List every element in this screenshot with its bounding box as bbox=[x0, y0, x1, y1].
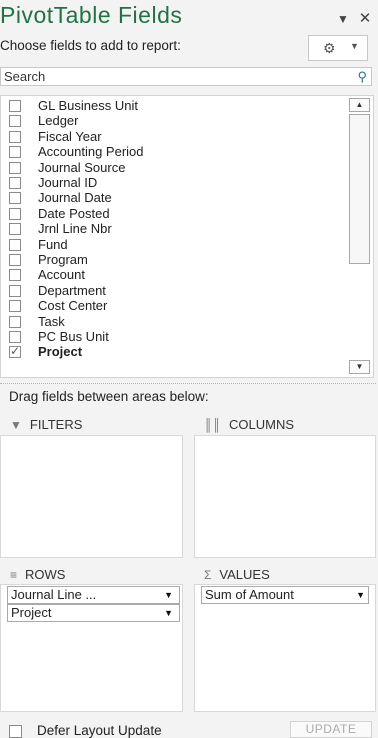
field-list-item[interactable]: GL Business Unit bbox=[1, 98, 349, 114]
field-label: Ledger bbox=[38, 113, 79, 129]
field-label: Program bbox=[38, 252, 88, 267]
rows-label: ROWS bbox=[25, 567, 66, 582]
field-list: GL Business Unit Ledger Fiscal Year Account… bbox=[0, 95, 374, 378]
sigma-icon: Σ bbox=[204, 568, 212, 582]
field-list-item[interactable]: Journal Date bbox=[1, 190, 349, 206]
field-list-item[interactable]: Program bbox=[1, 252, 349, 268]
field-list-item[interactable]: Cost Center bbox=[1, 298, 349, 314]
field-checkbox[interactable] bbox=[9, 284, 21, 297]
filters-label: FILTERS bbox=[29, 417, 83, 432]
field-checkbox[interactable] bbox=[9, 269, 21, 282]
field-label: GL Business Unit bbox=[38, 98, 138, 113]
field-checkbox[interactable] bbox=[9, 331, 21, 343]
field-list-item[interactable]: Ledger bbox=[1, 113, 349, 129]
defer-layout-label: Defer Layout Update bbox=[37, 723, 162, 738]
chevron-down-icon[interactable]: ▼ bbox=[164, 587, 173, 603]
field-label: Task bbox=[38, 313, 65, 329]
field-list-item[interactable]: Journal Source bbox=[1, 160, 349, 176]
chevron-down-icon: ▼ bbox=[337, 12, 349, 26]
field-checkbox[interactable] bbox=[9, 315, 21, 328]
field-checkbox[interactable] bbox=[9, 344, 21, 359]
field-checkbox[interactable] bbox=[9, 254, 21, 266]
row-field-pill[interactable]: Project ▼ bbox=[7, 604, 180, 622]
field-label: Fiscal Year bbox=[38, 128, 102, 144]
field-checkbox[interactable] bbox=[9, 207, 21, 220]
chevron-down-icon[interactable]: ▼ bbox=[164, 605, 173, 621]
values-label: VALUES bbox=[219, 567, 270, 582]
field-list-scrollbar[interactable]: ▲ ▼ bbox=[348, 97, 372, 376]
values-drop-area[interactable]: Sum of Amount ▼ bbox=[194, 584, 376, 712]
pane-title: PivotTable Fields bbox=[0, 2, 183, 28]
tools-dropdown-button[interactable]: ⚙ ▼ bbox=[308, 35, 368, 61]
field-checkbox[interactable] bbox=[9, 223, 21, 236]
field-label: PC Bus Unit bbox=[38, 329, 109, 344]
field-label: Project bbox=[38, 344, 83, 360]
field-list-item[interactable]: PC Bus Unit bbox=[1, 329, 349, 345]
rows-drop-area[interactable]: Journal Line ... ▼ Project ▼ bbox=[0, 584, 183, 712]
field-label: Department bbox=[38, 282, 106, 298]
pane-subtitle: Choose fields to add to report: bbox=[0, 38, 181, 53]
gear-icon: ⚙ bbox=[323, 40, 336, 56]
search-box: ⚲ bbox=[0, 67, 372, 86]
columns-icon: ║║ bbox=[204, 418, 222, 432]
columns-label: COLUMNS bbox=[229, 417, 295, 432]
field-checkbox[interactable] bbox=[9, 130, 21, 143]
filters-drop-area[interactable] bbox=[0, 435, 183, 558]
update-button[interactable]: UPDATE bbox=[290, 721, 372, 738]
field-checkbox[interactable] bbox=[9, 192, 21, 205]
scroll-down-button[interactable]: ▼ bbox=[349, 360, 370, 374]
field-checkbox[interactable] bbox=[9, 100, 21, 112]
filter-icon: ▼ bbox=[10, 418, 22, 432]
field-list-item[interactable]: Journal ID bbox=[1, 175, 349, 191]
field-list-item[interactable]: Project bbox=[1, 344, 349, 360]
field-label: Accounting Period bbox=[38, 144, 144, 160]
field-label: Journal Source bbox=[38, 159, 126, 175]
field-list-item[interactable]: Fund bbox=[1, 237, 349, 253]
field-label: Journal ID bbox=[38, 175, 98, 190]
field-list-item[interactable]: Task bbox=[1, 314, 349, 330]
field-list-item[interactable]: Fiscal Year bbox=[1, 129, 349, 145]
scroll-up-button[interactable]: ▲ bbox=[349, 98, 370, 112]
rows-icon: ≡ bbox=[10, 568, 18, 582]
close-pane-button[interactable]: ✕ bbox=[356, 10, 374, 28]
drag-fields-label: Drag fields between areas below: bbox=[9, 389, 209, 404]
field-list-item[interactable]: Accounting Period bbox=[1, 144, 349, 160]
field-checkbox[interactable] bbox=[9, 238, 21, 251]
columns-area-header: ║║ COLUMNS bbox=[204, 417, 294, 432]
row-field-pill[interactable]: Journal Line ... ▼ bbox=[7, 586, 180, 604]
section-divider bbox=[0, 383, 376, 384]
field-checkbox[interactable] bbox=[9, 177, 21, 189]
field-list-item[interactable]: Account bbox=[1, 267, 349, 283]
chevron-down-icon: ▼ bbox=[350, 41, 359, 51]
task-pane-options-button[interactable]: ▼ bbox=[334, 10, 352, 28]
value-field-pill[interactable]: Sum of Amount ▼ bbox=[201, 586, 369, 604]
field-label: Cost Center bbox=[38, 298, 108, 314]
defer-layout-checkbox[interactable] bbox=[9, 725, 22, 738]
field-checkbox[interactable] bbox=[9, 300, 21, 313]
field-list-item[interactable]: Date Posted bbox=[1, 206, 349, 222]
close-icon: ✕ bbox=[358, 10, 372, 27]
field-label: Account bbox=[38, 267, 85, 283]
field-checkbox[interactable] bbox=[9, 146, 21, 159]
field-label: Jrnl Line Nbr bbox=[38, 221, 112, 237]
rows-area-header: ≡ ROWS bbox=[10, 567, 65, 582]
field-list-item[interactable]: Department bbox=[1, 283, 349, 299]
search-input[interactable] bbox=[1, 68, 347, 85]
scroll-thumb[interactable] bbox=[349, 114, 370, 264]
chevron-down-icon[interactable]: ▼ bbox=[356, 587, 365, 603]
row-field-label: Project bbox=[11, 605, 52, 620]
values-area-header: Σ VALUES bbox=[204, 567, 270, 582]
value-field-label: Sum of Amount bbox=[205, 587, 294, 602]
field-label: Journal Date bbox=[38, 190, 112, 206]
field-list-item[interactable]: Jrnl Line Nbr bbox=[1, 221, 349, 237]
field-checkbox[interactable] bbox=[9, 161, 21, 174]
row-field-label: Journal Line ... bbox=[11, 587, 97, 602]
columns-drop-area[interactable] bbox=[194, 435, 376, 558]
field-label: Fund bbox=[38, 236, 68, 252]
filters-area-header: ▼ FILTERS bbox=[10, 417, 82, 432]
field-label: Date Posted bbox=[38, 205, 110, 221]
field-checkbox[interactable] bbox=[9, 115, 21, 128]
search-icon[interactable]: ⚲ bbox=[357, 69, 367, 85]
